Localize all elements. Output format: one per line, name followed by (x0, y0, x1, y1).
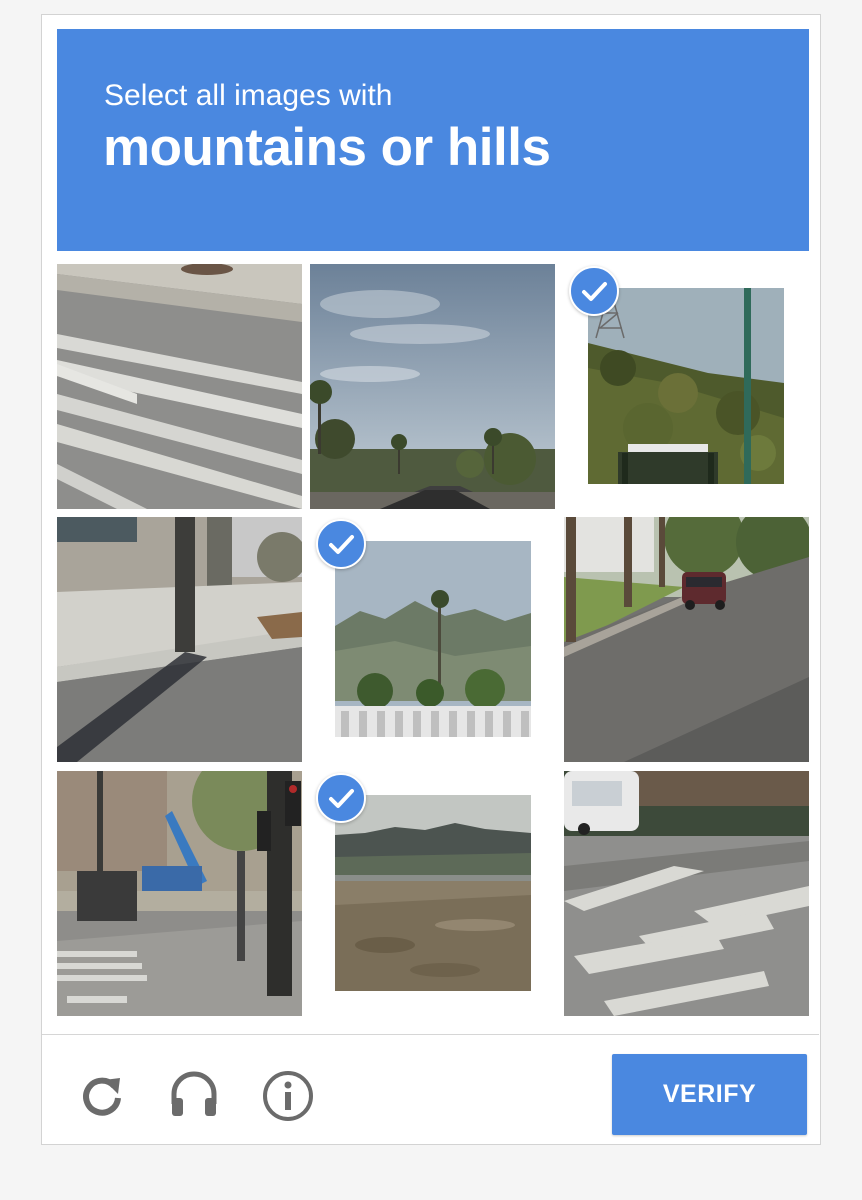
verify-button[interactable]: VERIFY (612, 1054, 807, 1135)
selected-check-icon-tile-8 (316, 773, 366, 823)
selected-check-icon-tile-5 (316, 519, 366, 569)
image-tile-3[interactable] (588, 288, 784, 484)
image-tile-8[interactable] (335, 795, 531, 991)
image-tile-6[interactable] (564, 517, 809, 762)
image-tile-9[interactable] (564, 771, 809, 1016)
image-tile-5[interactable] (335, 541, 531, 737)
image-tile-1[interactable] (57, 264, 302, 509)
footer-divider (42, 1034, 819, 1035)
image-tile-4[interactable] (57, 517, 302, 762)
headphones-icon[interactable] (166, 1066, 222, 1122)
selected-check-icon-tile-3 (569, 266, 619, 316)
challenge-instruction: Select all images with (104, 79, 393, 112)
info-icon[interactable] (260, 1068, 316, 1124)
image-tile-7[interactable] (57, 771, 302, 1016)
image-tile-2[interactable] (310, 264, 555, 509)
challenge-target: mountains or hills (103, 118, 551, 177)
challenge-header: Select all images with mountains or hill… (57, 29, 809, 251)
reload-icon[interactable] (74, 1068, 130, 1124)
